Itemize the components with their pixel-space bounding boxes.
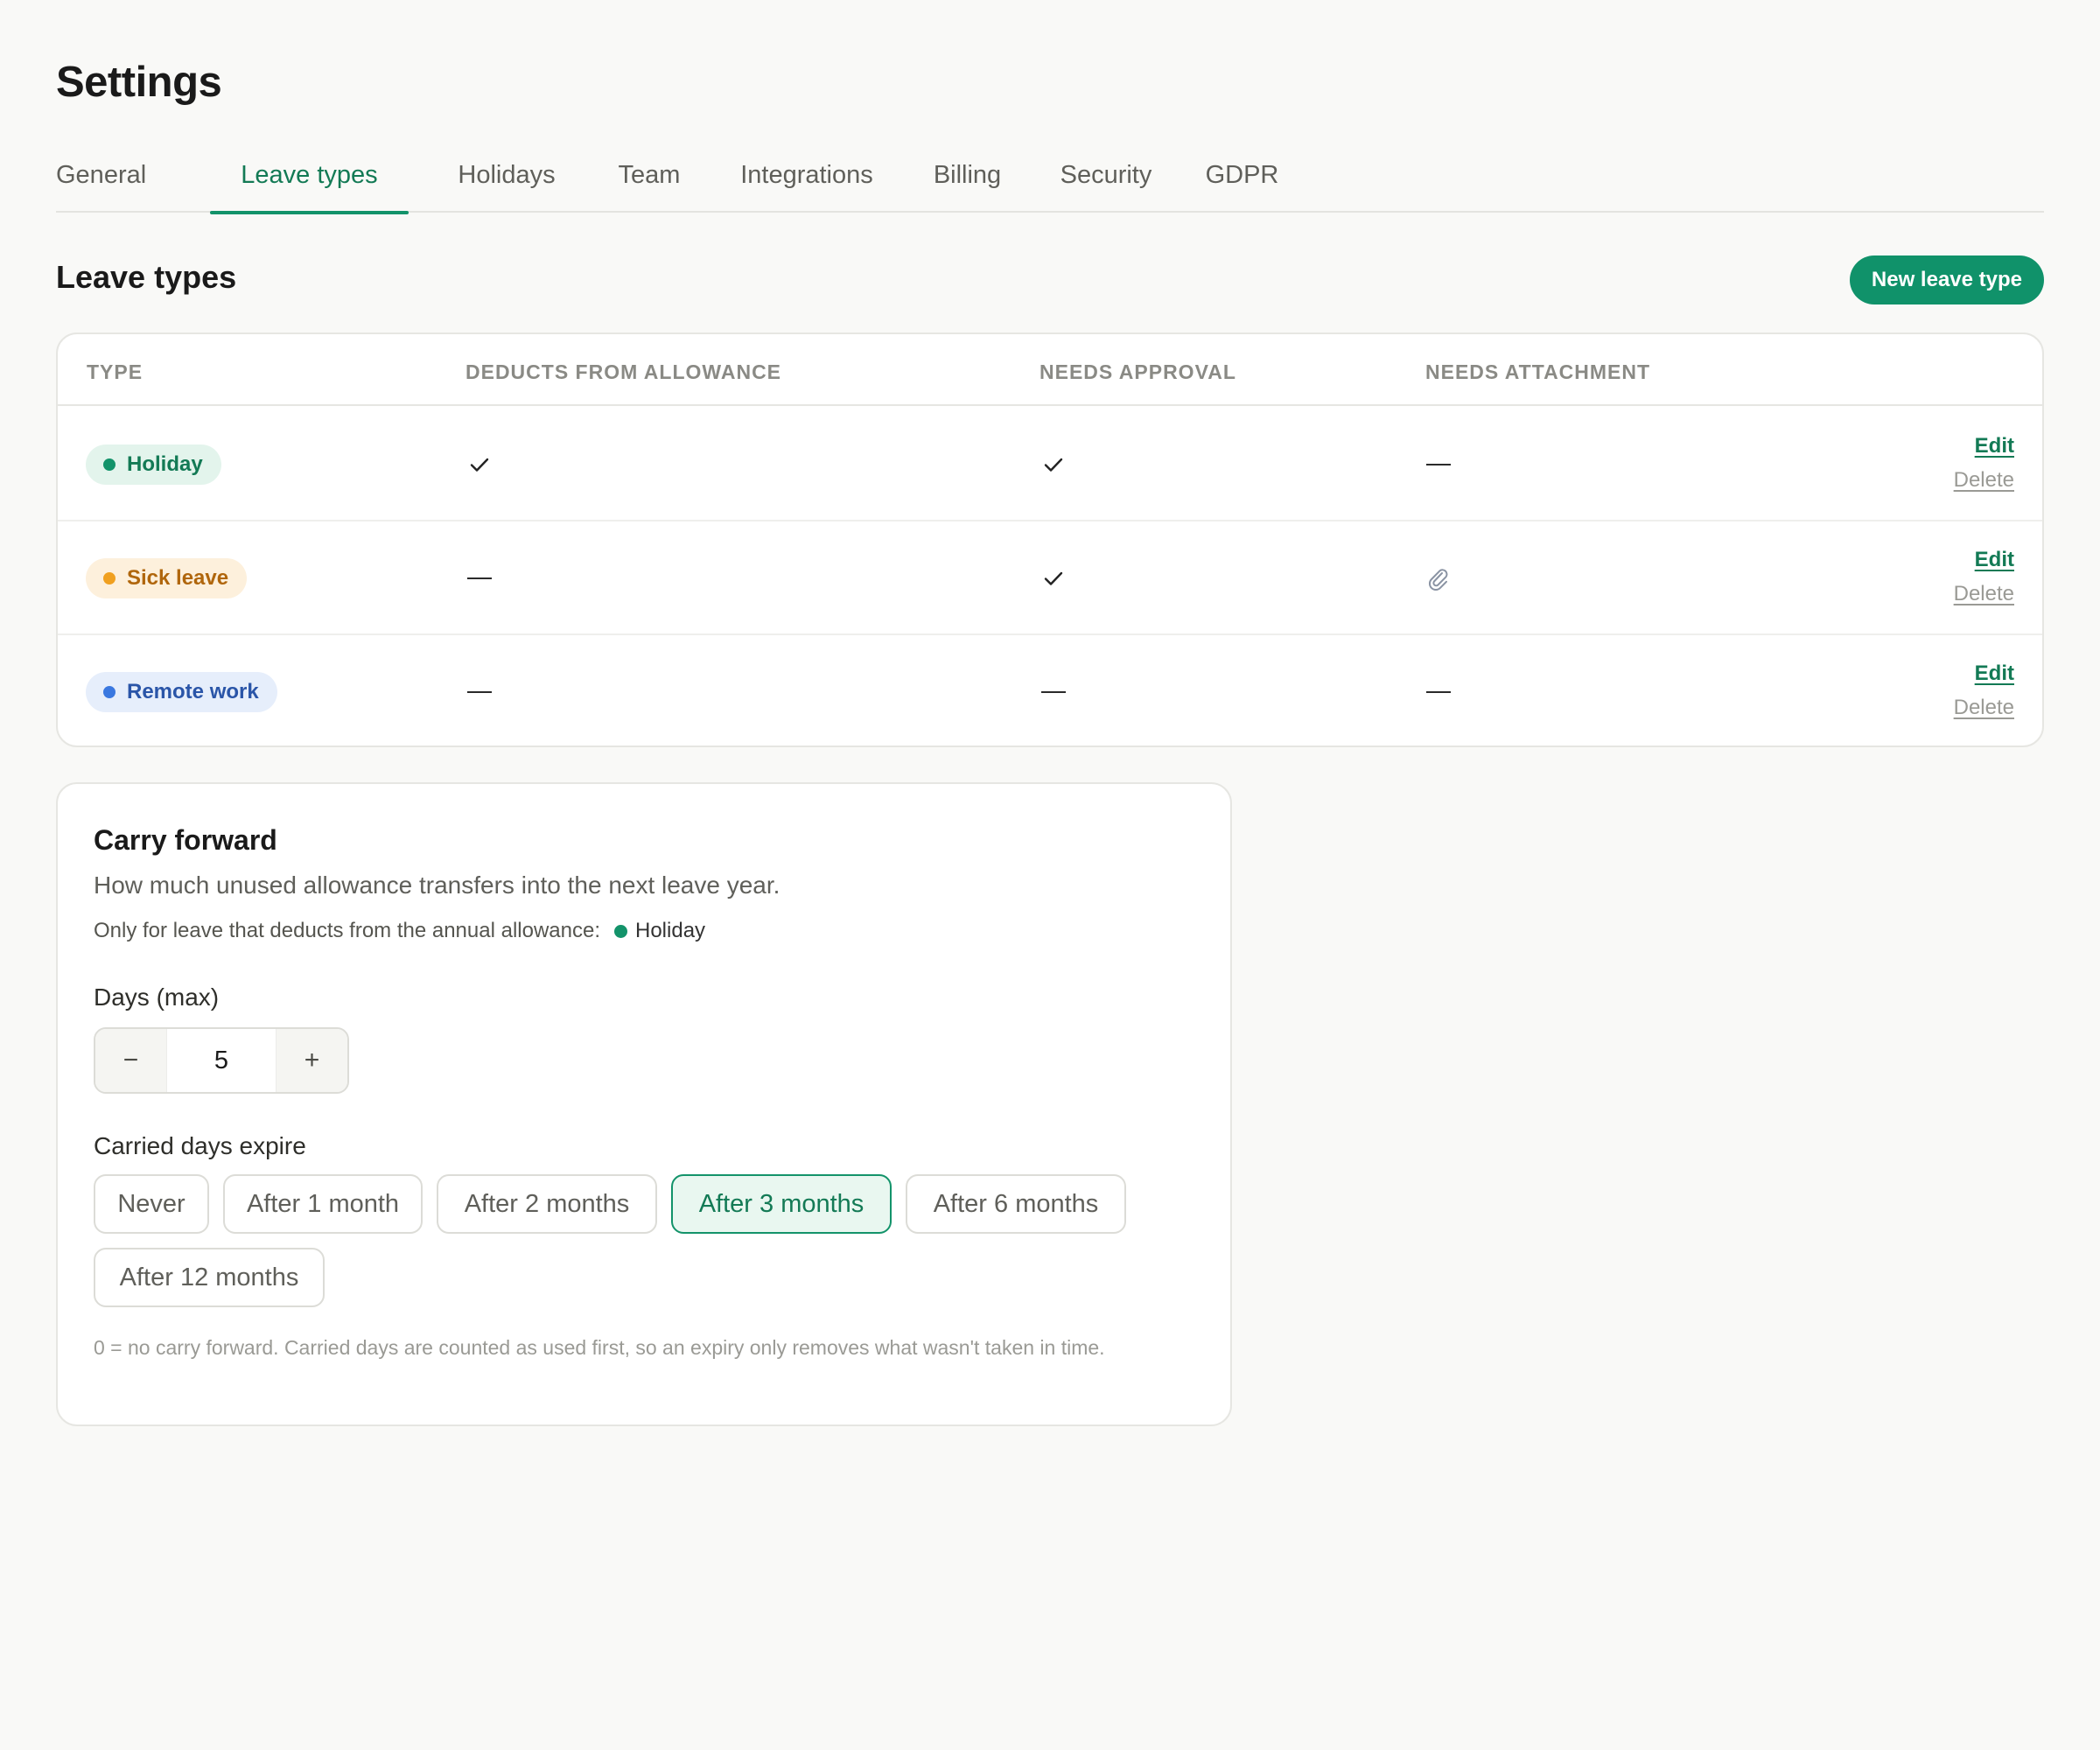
leave-type-badge: Sick leave — [86, 558, 248, 598]
row-actions: Edit Delete — [1954, 548, 2014, 608]
days-stepper: − + — [94, 1027, 349, 1094]
expire-option-never[interactable]: Never — [94, 1174, 209, 1234]
tab-team[interactable]: Team — [604, 140, 695, 213]
check-icon — [470, 458, 489, 472]
tab-leave-types[interactable]: Leave types — [210, 140, 409, 214]
dash-icon — [467, 578, 492, 579]
check-icon — [1044, 458, 1063, 472]
expire-option-6-months[interactable]: After 6 months — [906, 1174, 1126, 1234]
tab-general[interactable]: General — [56, 140, 146, 213]
column-header-approval: NEEDS APPROVAL — [1040, 360, 1236, 383]
edit-link[interactable]: Edit — [1954, 662, 2014, 688]
decrement-button[interactable]: − — [95, 1029, 167, 1092]
carry-forward-description: How much unused allowance transfers into… — [94, 872, 780, 899]
color-dot-icon — [103, 686, 116, 698]
note-text: Only for leave that deducts from the ann… — [94, 919, 600, 942]
leave-type-name: Sick leave — [127, 566, 229, 590]
expire-option-3-months[interactable]: After 3 months — [671, 1174, 892, 1234]
delete-link[interactable]: Delete — [1954, 696, 2014, 722]
page-title: Settings — [56, 59, 222, 106]
color-dot-icon — [103, 458, 116, 471]
dash-icon — [1426, 464, 1451, 466]
carry-forward-card: Carry forward How much unused allowance … — [56, 782, 1232, 1426]
tab-integrations[interactable]: Integrations — [721, 140, 892, 213]
dash-icon — [1426, 691, 1451, 693]
check-icon — [1044, 571, 1063, 585]
carry-forward-note: Only for leave that deducts from the ann… — [94, 919, 705, 943]
note-leave-type: Holiday — [635, 919, 706, 942]
days-input[interactable] — [167, 1029, 276, 1092]
table-row: Remote work Edit Delete — [58, 635, 2042, 746]
table-row: Holiday Edit Delete — [58, 408, 2042, 522]
column-header-deducts: DEDUCTS FROM ALLOWANCE — [466, 360, 782, 383]
tab-holidays[interactable]: Holidays — [435, 140, 578, 213]
delete-link[interactable]: Delete — [1954, 582, 2014, 608]
table-header: TYPE DEDUCTS FROM ALLOWANCE NEEDS APPROV… — [58, 334, 2042, 406]
expire-label: Carried days expire — [94, 1132, 306, 1159]
leave-type-name: Holiday — [127, 452, 203, 476]
expire-option-1-month[interactable]: After 1 month — [223, 1174, 423, 1234]
carry-forward-title: Carry forward — [94, 824, 277, 856]
increment-button[interactable]: + — [276, 1029, 347, 1092]
leave-types-table: TYPE DEDUCTS FROM ALLOWANCE NEEDS APPROV… — [56, 332, 2044, 747]
column-header-attachment: NEEDS ATTACHMENT — [1425, 360, 1651, 383]
tab-gdpr[interactable]: GDPR — [1195, 140, 1289, 213]
color-dot-icon — [103, 572, 116, 584]
dash-icon — [467, 691, 492, 693]
carry-forward-help: 0 = no carry forward. Carried days are c… — [94, 1336, 1105, 1359]
leave-type-badge: Remote work — [86, 672, 277, 712]
row-actions: Edit Delete — [1954, 662, 2014, 722]
leave-type-badge: Holiday — [86, 444, 221, 485]
settings-tabs: General Leave types Holidays Team Integr… — [56, 140, 2044, 214]
section-title: Leave types — [56, 259, 237, 295]
delete-link[interactable]: Delete — [1954, 468, 2014, 494]
paperclip-icon — [1429, 569, 1448, 591]
tab-security[interactable]: Security — [1043, 140, 1169, 213]
tab-billing[interactable]: Billing — [919, 140, 1016, 213]
new-leave-type-button[interactable]: New leave type — [1849, 256, 2044, 304]
table-row: Sick leave Edit Delete — [58, 522, 2042, 635]
column-header-type: TYPE — [87, 360, 144, 383]
expire-option-12-months[interactable]: After 12 months — [94, 1248, 325, 1307]
edit-link[interactable]: Edit — [1954, 434, 2014, 460]
color-dot-icon — [614, 924, 627, 938]
leave-type-name: Remote work — [127, 680, 259, 704]
expire-option-2-months[interactable]: After 2 months — [437, 1174, 657, 1234]
row-actions: Edit Delete — [1954, 434, 2014, 494]
dash-icon — [1041, 691, 1066, 693]
edit-link[interactable]: Edit — [1954, 548, 2014, 574]
days-max-label: Days (max) — [94, 984, 220, 1011]
